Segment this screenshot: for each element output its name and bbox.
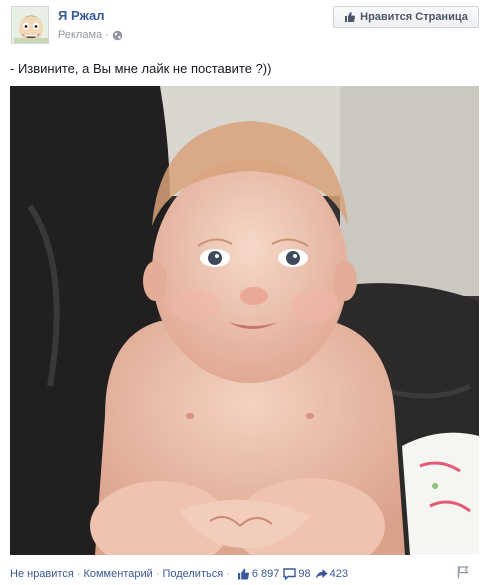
comments-count[interactable]: 98: [283, 568, 311, 580]
avatar-cartoon-icon: [12, 7, 48, 43]
sponsored-post: Я Ржал Реклама · Нравится Страница - Изв…: [0, 0, 486, 585]
comment-link[interactable]: Комментарий: [83, 568, 152, 580]
post-photo[interactable]: [10, 86, 479, 555]
actions-separator: ·: [155, 568, 160, 580]
like-page-button[interactable]: Нравится Страница: [333, 6, 479, 28]
post-text: - Извините, а Вы мне лайк не поставите ?…: [10, 61, 272, 76]
meta-separator: ·: [105, 29, 109, 41]
shares-count-value: 423: [329, 568, 348, 580]
sponsored-label[interactable]: Реклама: [58, 29, 102, 41]
comment-bubble-icon: [283, 568, 297, 580]
post-meta: Реклама ·: [58, 29, 123, 41]
globe-icon: [112, 30, 123, 40]
page-name-link[interactable]: Я Ржал: [58, 8, 105, 23]
like-page-label: Нравится Страница: [360, 11, 468, 23]
unlike-link[interactable]: Не нравится: [10, 568, 74, 580]
thumbs-up-icon: [345, 12, 356, 22]
share-arrow-icon: [315, 569, 328, 579]
page-avatar[interactable]: [11, 6, 49, 44]
likes-count[interactable]: 6 897: [237, 568, 280, 580]
share-link[interactable]: Поделиться: [162, 568, 223, 580]
baby-photo-icon: [10, 86, 479, 555]
shares-count[interactable]: 423: [315, 568, 348, 580]
comments-count-value: 98: [298, 568, 311, 580]
report-flag-icon[interactable]: [457, 566, 469, 579]
likes-count-value: 6 897: [251, 568, 280, 580]
actions-separator: ·: [76, 568, 81, 580]
thumbs-up-icon: [237, 568, 249, 580]
post-actions-bar: Не нравится · Комментарий · Поделиться ·…: [10, 566, 348, 582]
actions-separator: ·: [226, 568, 230, 580]
